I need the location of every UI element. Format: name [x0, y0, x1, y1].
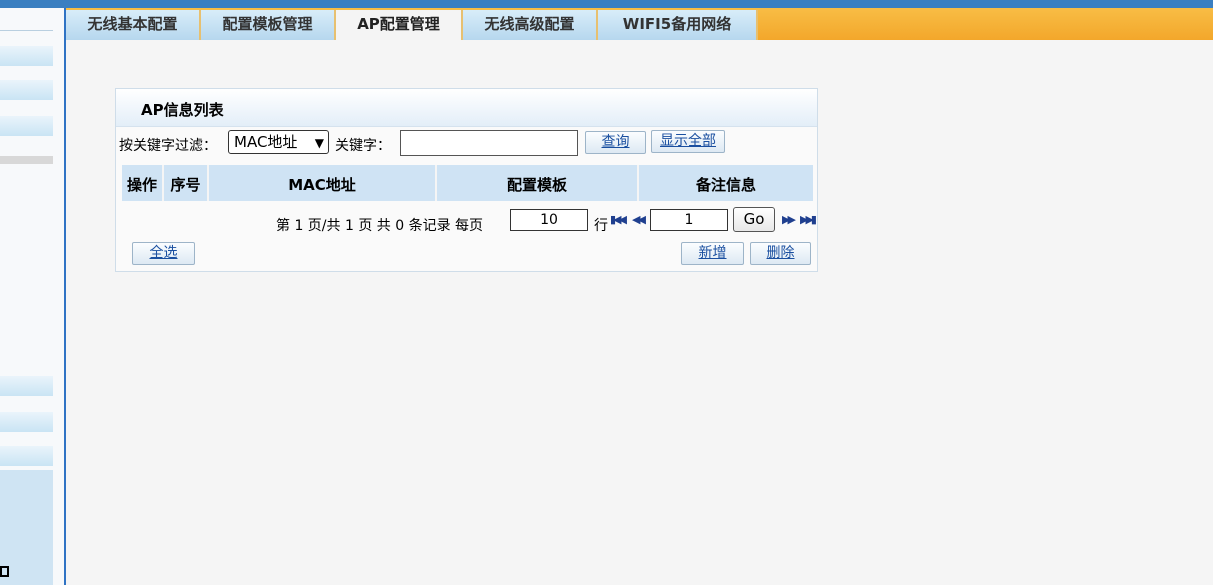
pagination-summary: 第 1 页/共 1 页 共 0 条记录 每页	[276, 218, 484, 234]
sidebar-item[interactable]	[0, 376, 53, 396]
first-page-icon[interactable]: ▮◀◀	[610, 213, 627, 226]
go-button[interactable]: Go	[733, 207, 775, 232]
sidebar-item[interactable]	[0, 446, 53, 466]
delete-button[interactable]: 删除	[750, 242, 811, 265]
panel-title: AP信息列表	[141, 101, 224, 119]
panel-header: AP信息列表	[116, 89, 817, 127]
show-all-button[interactable]: 显示全部	[651, 130, 725, 153]
sidebar-item[interactable]	[0, 46, 53, 66]
column-header-remark: 备注信息	[695, 176, 756, 194]
filter-label: 按关键字过滤：	[119, 138, 217, 154]
rows-unit-label: 行	[594, 218, 608, 234]
tab-bar: 无线基本配置 配置模板管理 AP配置管理 无线高级配置 WIFI5备用网络	[66, 8, 1213, 40]
page-number-input[interactable]: 1	[650, 209, 728, 231]
column-header-template: 配置模板	[437, 165, 639, 201]
filter-field-select[interactable]: MAC地址 ▼	[228, 130, 329, 154]
prev-page-icon[interactable]: ◀◀	[632, 213, 646, 226]
tab-template-management[interactable]: 配置模板管理	[201, 10, 336, 40]
filter-select-value: MAC地址	[234, 133, 298, 151]
tab-wifi5-backup[interactable]: WIFI5备用网络	[598, 10, 758, 40]
tab-wireless-basic[interactable]: 无线基本配置	[66, 10, 201, 40]
sidebar-item[interactable]	[0, 116, 53, 136]
tab-wireless-advanced[interactable]: 无线高级配置	[463, 10, 598, 40]
select-all-button[interactable]: 全选	[132, 242, 195, 265]
next-page-icon[interactable]: ▶▶	[782, 213, 796, 226]
top-bar	[0, 0, 1213, 8]
sidebar-item[interactable]	[0, 412, 53, 432]
column-header-action: 操作	[122, 165, 164, 201]
sidebar-separator	[0, 156, 53, 164]
sidebar	[0, 8, 66, 585]
keyword-label: 关键字：	[335, 138, 391, 154]
last-page-icon[interactable]: ▶▶▮	[800, 213, 817, 226]
sidebar-divider	[0, 30, 53, 31]
add-button[interactable]: 新增	[681, 242, 744, 265]
tab-ap-management[interactable]: AP配置管理	[336, 10, 463, 40]
window-icon	[0, 566, 9, 577]
chevron-down-icon: ▼	[314, 136, 324, 150]
search-button[interactable]: 查询	[585, 131, 646, 154]
keyword-input[interactable]	[400, 130, 578, 156]
table-header: 操作 序号 MAC地址 配置模板 备注信息	[122, 165, 813, 201]
column-header-mac: MAC地址	[209, 165, 437, 201]
column-header-index: 序号	[164, 165, 209, 201]
per-page-input[interactable]: 10	[510, 209, 588, 231]
sidebar-item[interactable]	[0, 80, 53, 100]
ap-info-panel: AP信息列表 按关键字过滤： MAC地址 ▼ 关键字： 查询 显示全部 操作 序…	[115, 88, 818, 272]
